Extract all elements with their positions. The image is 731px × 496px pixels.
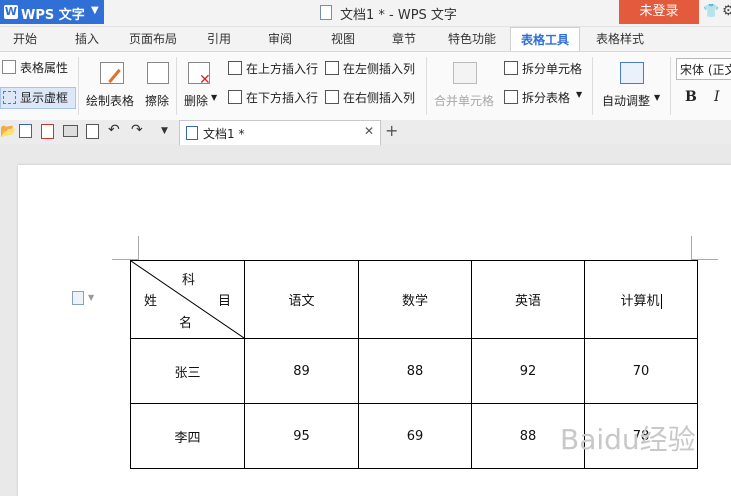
text-cursor: ​	[660, 294, 662, 309]
insert-col-right-button[interactable]: 在右侧插入列	[343, 89, 415, 106]
delete-button[interactable]: 删除	[184, 92, 208, 109]
title-bar: W WPS 文字 ▼ 文档1 * - WPS 文字 未登录 👕 ⚙	[0, 0, 731, 27]
insert-col-right-icon	[325, 90, 339, 104]
split-cells-button[interactable]: 拆分单元格	[522, 60, 582, 77]
show-gridlines-button[interactable]: 显示虚框	[20, 89, 68, 106]
table-row: 张三 89 88 92 70	[130, 338, 698, 404]
chevron-down-icon: ▼	[211, 93, 218, 102]
document-icon	[320, 5, 332, 20]
app-name: WPS 文字	[21, 8, 85, 23]
close-tab-icon[interactable]: ✕	[364, 124, 374, 138]
undo-icon[interactable]: ↶	[108, 122, 120, 138]
margin-mark	[138, 236, 139, 260]
bold-button[interactable]: B	[685, 89, 697, 105]
table-header-row: 科 姓 目 名 语文 数学 英语 计算机​	[130, 260, 698, 339]
merge-cells-button[interactable]: 合并单元格	[434, 92, 494, 109]
diag-label-top: 科	[182, 273, 196, 288]
font-name-value: 宋体 (正文	[680, 63, 731, 77]
tab-page-layout[interactable]: 页面布局	[124, 27, 182, 51]
chevron-down-icon: ▼	[91, 5, 99, 16]
eraser-button[interactable]: 擦除	[145, 92, 169, 109]
divider	[176, 57, 177, 115]
divider	[670, 57, 671, 115]
insert-row-below-icon	[228, 90, 242, 104]
diag-label-bottom: 名	[179, 316, 193, 331]
window-title: 文档1 * - WPS 文字	[340, 8, 457, 23]
save-icon[interactable]	[19, 124, 32, 138]
redo-icon[interactable]: ↷	[131, 122, 143, 138]
chevron-down-icon: ▼	[88, 293, 95, 302]
tab-references[interactable]: 引用	[202, 27, 236, 51]
settings-icon[interactable]: ⚙	[722, 3, 731, 19]
auto-adjust-button[interactable]: 自动调整	[602, 92, 650, 109]
app-menu-button[interactable]: W WPS 文字 ▼	[0, 0, 104, 24]
split-table-icon	[504, 90, 518, 104]
score-cell[interactable]: 69	[358, 403, 472, 469]
margin-mark	[691, 236, 692, 260]
login-button[interactable]: 未登录	[619, 0, 699, 24]
row-name-cell[interactable]: 张三	[130, 338, 245, 404]
document-tab-label: 文档1 *	[203, 127, 245, 141]
delete-x-icon: ✕	[199, 72, 211, 88]
merge-cells-icon	[453, 62, 477, 84]
print-preview-icon[interactable]	[86, 124, 99, 139]
eraser-icon	[147, 62, 169, 84]
score-cell[interactable]: 92	[471, 338, 585, 404]
tab-table-tools[interactable]: 表格工具	[510, 27, 580, 52]
divider	[426, 57, 427, 115]
split-table-button[interactable]: 拆分表格	[522, 89, 570, 106]
chevron-down-icon: ▼	[654, 93, 661, 102]
insert-col-left-button[interactable]: 在左侧插入列	[343, 60, 415, 77]
insert-row-above-icon	[228, 61, 242, 75]
italic-button[interactable]: I	[714, 89, 720, 105]
insert-row-below-button[interactable]: 在下方插入行	[246, 89, 318, 106]
ribbon: 表格属性 显示虚框 绘制表格 擦除 ✕ 删除 ▼ 在上方插入行 在下方插入行 在…	[0, 51, 731, 121]
tab-view[interactable]: 视图	[326, 27, 360, 51]
chevron-down-icon: ▼	[576, 90, 583, 99]
row-name-cell[interactable]: 李四	[130, 403, 245, 469]
tab-special[interactable]: 特色功能	[443, 27, 501, 51]
score-cell[interactable]: 70	[584, 338, 698, 404]
draw-table-button[interactable]: 绘制表格	[86, 92, 134, 109]
document-tab[interactable]: 文档1 * ✕	[179, 120, 381, 145]
tab-insert[interactable]: 插入	[70, 27, 104, 51]
new-tab-icon[interactable]: +	[385, 121, 398, 140]
diag-label-left: 姓	[144, 294, 158, 309]
ribbon-tabs: 开始 插入 页面布局 引用 审阅 视图 章节 特色功能 表格工具 表格样式	[0, 27, 731, 52]
column-header[interactable]: 语文	[244, 260, 359, 339]
auto-adjust-icon	[620, 62, 644, 84]
watermark: Baidu经验	[560, 423, 696, 456]
score-cell[interactable]: 95	[244, 403, 359, 469]
divider	[592, 57, 593, 115]
wps-logo-icon: W	[4, 5, 18, 19]
gridlines-icon	[3, 91, 16, 104]
tab-table-style[interactable]: 表格样式	[588, 27, 652, 51]
insert-col-left-icon	[325, 61, 339, 75]
tab-review[interactable]: 审阅	[263, 27, 297, 51]
paragraph-handle-icon[interactable]	[72, 291, 84, 305]
divider	[78, 57, 79, 115]
document-icon	[186, 126, 198, 140]
export-pdf-icon[interactable]	[41, 124, 54, 139]
table-properties-button[interactable]: 表格属性	[20, 59, 68, 76]
insert-row-above-button[interactable]: 在上方插入行	[246, 60, 318, 77]
tab-chapter[interactable]: 章节	[387, 27, 421, 51]
diagonal-header-cell[interactable]: 科 姓 目 名	[130, 260, 245, 339]
column-header[interactable]: 计算机​	[584, 260, 698, 339]
split-cells-icon	[504, 61, 518, 75]
skin-icon[interactable]: 👕	[703, 4, 719, 19]
column-header[interactable]: 数学	[358, 260, 472, 339]
column-header-text: 计算机	[620, 294, 660, 309]
score-cell[interactable]: 88	[358, 338, 472, 404]
diag-label-right: 目	[218, 294, 232, 309]
tab-home[interactable]: 开始	[8, 27, 42, 51]
table-properties-icon	[2, 60, 16, 74]
column-header[interactable]: 英语	[471, 260, 585, 339]
print-icon[interactable]	[63, 125, 78, 137]
score-cell[interactable]: 89	[244, 338, 359, 404]
customize-toolbar-icon[interactable]: ▼	[161, 126, 168, 136]
open-folder-icon[interactable]: 📂	[0, 124, 16, 139]
